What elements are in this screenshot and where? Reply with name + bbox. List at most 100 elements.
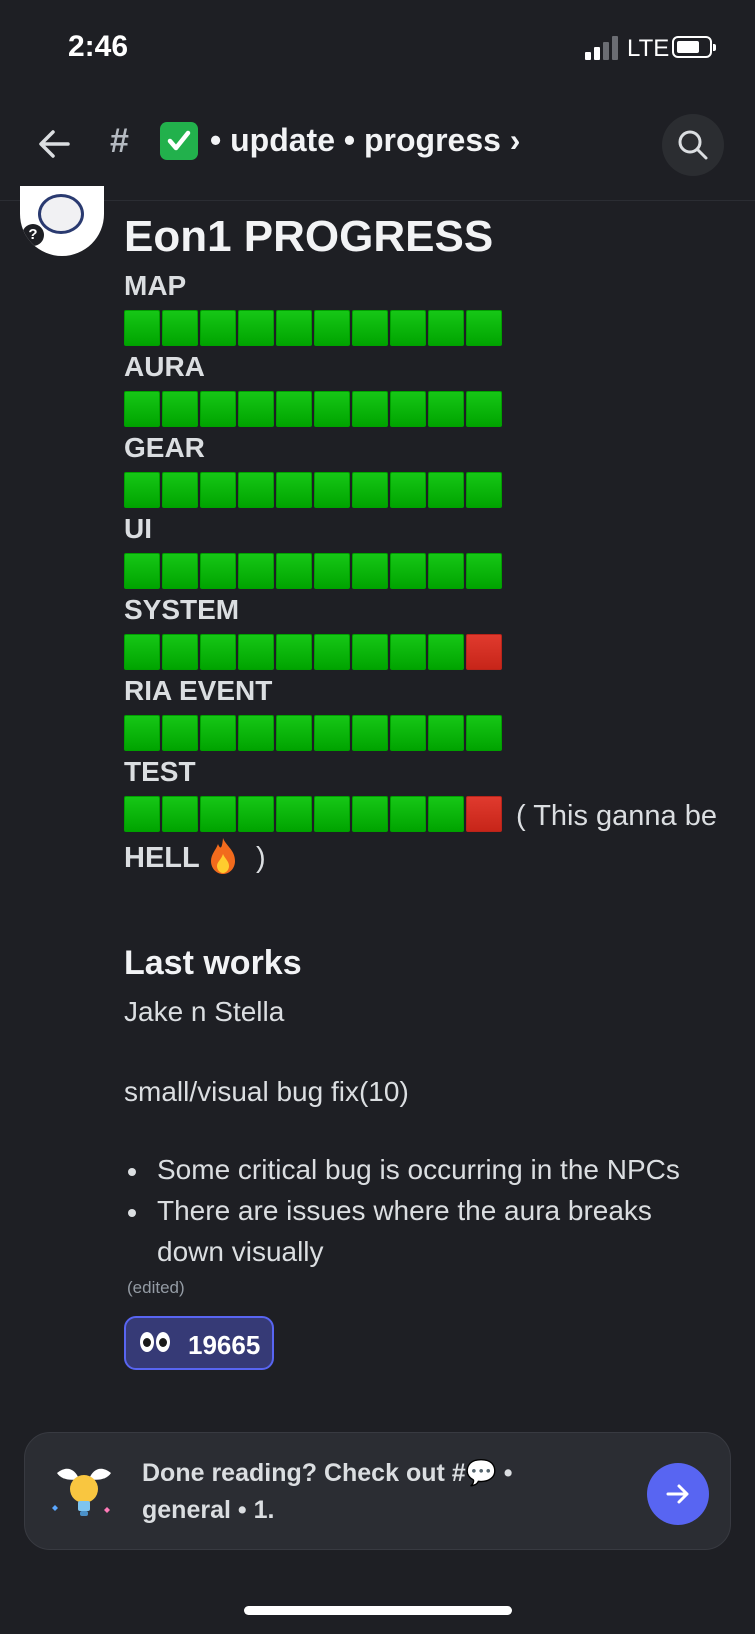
green-square-icon	[428, 553, 464, 589]
green-square-icon	[466, 310, 502, 346]
green-square-icon	[276, 391, 312, 427]
green-square-icon	[390, 553, 426, 589]
next-channel-banner[interactable]: Done reading? Check out #💬 • general • 1…	[24, 1432, 731, 1550]
progress-label: GEAR	[124, 432, 205, 463]
search-icon	[678, 130, 708, 160]
progress-label: UI	[124, 513, 152, 544]
test-note: ( This ganna be	[516, 800, 717, 832]
banner-text: Done reading? Check out #💬 • general • 1…	[142, 1459, 513, 1524]
green-square-icon	[352, 310, 388, 346]
green-square-icon	[428, 634, 464, 670]
fire-icon	[208, 836, 238, 876]
green-square-icon	[238, 715, 274, 751]
green-square-icon	[352, 472, 388, 508]
green-square-icon	[200, 310, 236, 346]
green-square-icon	[314, 472, 350, 508]
green-square-icon	[390, 796, 426, 832]
progress-bar	[124, 391, 504, 429]
green-square-icon	[238, 310, 274, 346]
progress-bar	[124, 634, 504, 672]
last-works-heading: Last works	[124, 944, 302, 982]
green-square-icon	[200, 472, 236, 508]
lightbulb-wings-icon	[49, 1455, 119, 1525]
green-square-icon	[466, 553, 502, 589]
green-square-icon	[390, 634, 426, 670]
green-square-icon	[124, 715, 160, 751]
green-square-icon	[314, 391, 350, 427]
green-square-icon	[238, 553, 274, 589]
green-square-icon	[428, 715, 464, 751]
green-square-icon	[428, 796, 464, 832]
green-square-icon	[352, 796, 388, 832]
avatar[interactable]: ?	[20, 186, 104, 256]
green-square-icon	[466, 715, 502, 751]
eyes-reaction[interactable]: 19665	[124, 1316, 274, 1370]
green-square-icon	[390, 391, 426, 427]
green-square-icon	[314, 796, 350, 832]
search-button[interactable]	[662, 114, 724, 176]
progress-bar	[124, 310, 504, 348]
green-square-icon	[276, 715, 312, 751]
progress-bar	[124, 553, 504, 591]
progress-label: TEST	[124, 756, 196, 787]
green-square-icon	[352, 553, 388, 589]
green-square-icon	[124, 634, 160, 670]
green-square-icon	[162, 553, 198, 589]
green-square-icon	[276, 796, 312, 832]
back-arrow-icon[interactable]	[34, 124, 74, 164]
green-square-icon	[124, 391, 160, 427]
thread-hash-icon: #	[110, 122, 129, 160]
red-square-icon	[466, 634, 502, 670]
message-title: Eon1 PROGRESS	[124, 212, 494, 261]
green-square-icon	[162, 472, 198, 508]
carrier-label: LTE	[627, 35, 670, 62]
progress-label: RIA EVENT	[124, 675, 273, 706]
hell-close-paren: )	[256, 842, 266, 874]
green-square-icon	[276, 553, 312, 589]
signal-icon	[585, 36, 619, 60]
green-square-icon	[428, 310, 464, 346]
green-square-icon	[200, 796, 236, 832]
eyes-icon	[140, 1332, 172, 1357]
battery-icon	[672, 36, 716, 58]
bullet-dot	[128, 1209, 136, 1217]
go-button[interactable]	[647, 1463, 709, 1525]
green-square-icon	[162, 796, 198, 832]
work-line-2: small/visual bug fix(10)	[124, 1076, 409, 1107]
green-square-icon	[352, 715, 388, 751]
green-square-icon	[390, 715, 426, 751]
green-square-icon	[162, 391, 198, 427]
channel-header: # • update • progress ›	[0, 100, 755, 201]
green-square-icon	[276, 634, 312, 670]
reaction-count: 19665	[188, 1330, 261, 1360]
green-square-icon	[314, 634, 350, 670]
green-square-icon	[124, 310, 160, 346]
green-square-icon	[200, 715, 236, 751]
hell-text: HELL	[124, 842, 200, 874]
green-square-icon	[238, 796, 274, 832]
bullet-item-2-cont: down visually	[157, 1236, 324, 1267]
green-square-icon	[162, 634, 198, 670]
green-square-icon	[238, 472, 274, 508]
edited-label: (edited)	[127, 1278, 185, 1297]
green-square-icon	[200, 553, 236, 589]
green-square-icon	[466, 391, 502, 427]
green-square-icon	[314, 310, 350, 346]
green-square-icon	[238, 634, 274, 670]
green-square-icon	[124, 553, 160, 589]
work-line-1: Jake n Stella	[124, 996, 285, 1027]
green-square-icon	[276, 472, 312, 508]
green-square-icon	[200, 391, 236, 427]
green-square-icon	[162, 310, 198, 346]
green-square-icon	[238, 391, 274, 427]
check-mark-icon	[160, 122, 198, 160]
progress-bar	[124, 796, 504, 834]
bullet-item-2: There are issues where the aura breaks	[157, 1195, 652, 1226]
channel-title[interactable]: • update • progress ›	[210, 122, 520, 159]
green-square-icon	[390, 472, 426, 508]
green-square-icon	[124, 796, 160, 832]
green-square-icon	[314, 715, 350, 751]
red-square-icon	[466, 796, 502, 832]
status-bar: 2:46 LTE	[0, 0, 755, 100]
green-square-icon	[352, 634, 388, 670]
